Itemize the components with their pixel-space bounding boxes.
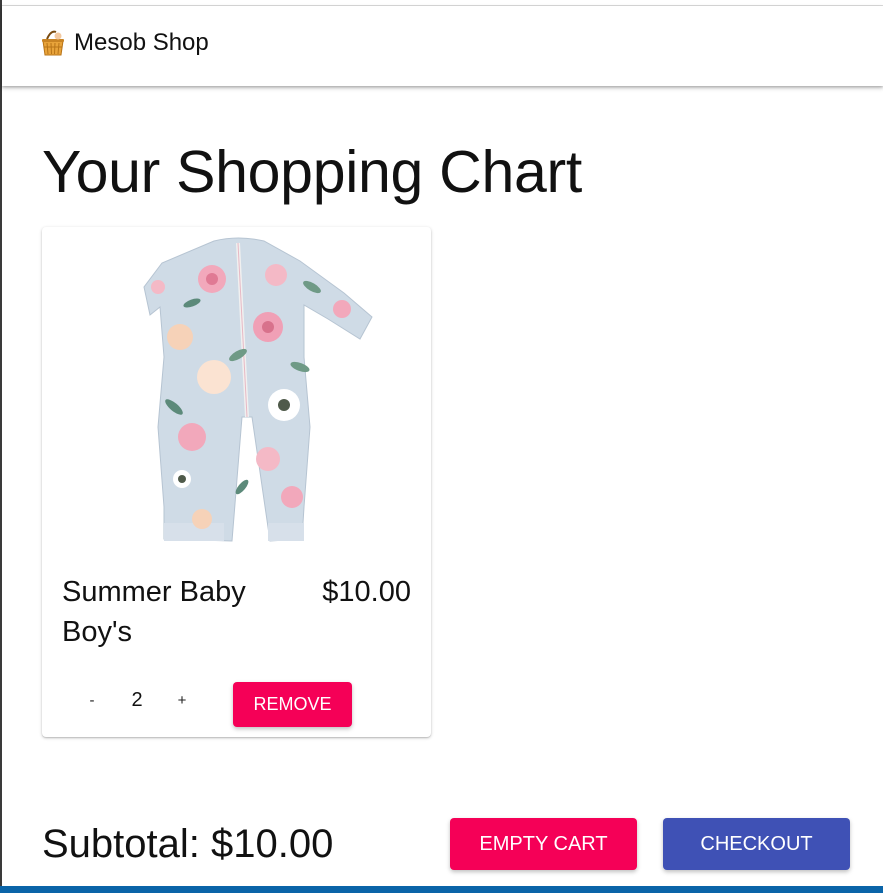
brand[interactable]: Mesob Shop [38,28,209,58]
image-caption [64,221,67,231]
increase-quantity-button[interactable]: + [168,682,196,718]
remove-button[interactable]: Remove [233,682,352,727]
app-bar: Mesob Shop [2,6,883,86]
cart-item-card: Summer Baby Boy's $10.00 - 2 + Remove [42,227,431,737]
taskbar-edge [0,886,883,893]
window-frame [0,0,2,893]
product-name: Summer Baby Boy's [62,576,246,648]
product-price: $10.00 [322,576,411,608]
empty-cart-button[interactable]: Empty Cart [450,818,637,870]
product-image [42,227,431,557]
checkout-button[interactable]: Checkout [663,818,850,870]
subtotal: Subtotal: $10.00 [42,822,334,866]
quantity-value: 2 [131,688,143,711]
decrease-quantity-button[interactable]: - [78,682,106,718]
app-title: Mesob Shop [74,29,209,56]
page-title: Your Shopping Chart [42,139,582,205]
quantity-stepper: - 2 + [78,682,196,718]
basket-icon [38,28,68,58]
